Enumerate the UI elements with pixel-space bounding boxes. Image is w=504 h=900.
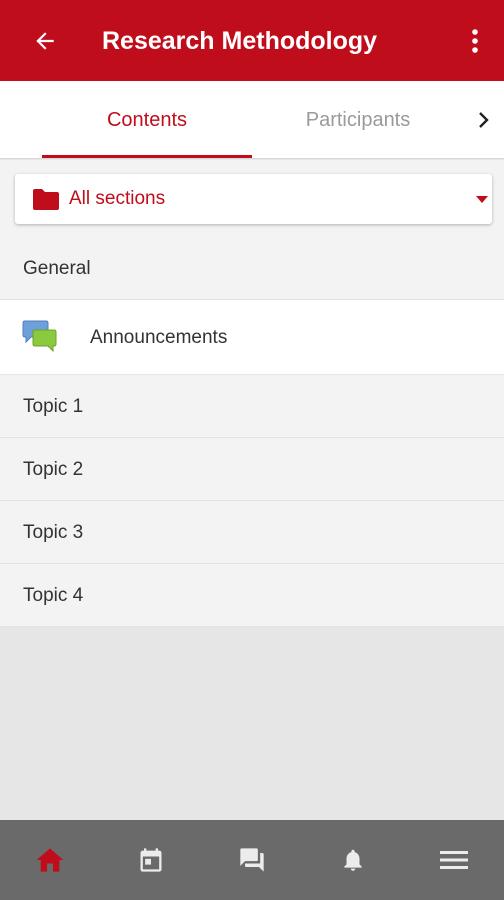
section-header-topic-1[interactable]: Topic 1 [0,375,504,438]
section-title: Topic 4 [23,585,84,606]
page-title: Research Methodology [102,27,378,55]
folder-icon [33,189,59,210]
messages-icon [240,848,264,872]
forum-icon [22,320,57,352]
bottom-navigation [0,820,504,900]
calendar-icon [140,848,162,872]
home-icon [36,848,64,872]
section-selector-value: All sections [69,188,166,209]
section-title: Topic 3 [23,522,84,543]
module-title: Announcements [90,327,228,348]
app-bar: Research Methodology [0,0,504,81]
tabs-scroll-next-button[interactable] [468,101,498,139]
nav-notifications[interactable] [303,820,403,900]
section-title: Topic 1 [23,396,84,417]
caret-down-icon [476,196,488,203]
nav-more[interactable] [404,820,504,900]
section-title: General [23,258,91,279]
section-filter-area: All sections [0,160,504,238]
notifications-icon [344,849,362,871]
arrow-left-icon [36,32,54,50]
tab-participants[interactable]: Participants [258,81,458,159]
chevron-right-icon [479,112,489,128]
module-announcements[interactable]: Announcements [0,300,504,375]
tab-bar: Contents Participants [0,81,504,159]
nav-home[interactable] [0,820,100,900]
section-header-topic-3[interactable]: Topic 3 [0,501,504,564]
nav-calendar[interactable] [101,820,201,900]
more-vertical-icon [472,29,478,53]
active-tab-indicator [42,155,252,158]
section-header-topic-4[interactable]: Topic 4 [0,564,504,627]
section-title: Topic 2 [23,459,84,480]
nav-messages[interactable] [202,820,302,900]
section-header-general[interactable]: General [0,238,504,300]
more-menu-icon [440,851,468,869]
section-header-topic-2[interactable]: Topic 2 [0,438,504,501]
overflow-menu-button[interactable] [460,22,490,60]
tab-contents[interactable]: Contents [42,81,252,159]
section-selector[interactable]: All sections [15,174,492,224]
back-button[interactable] [26,24,64,58]
